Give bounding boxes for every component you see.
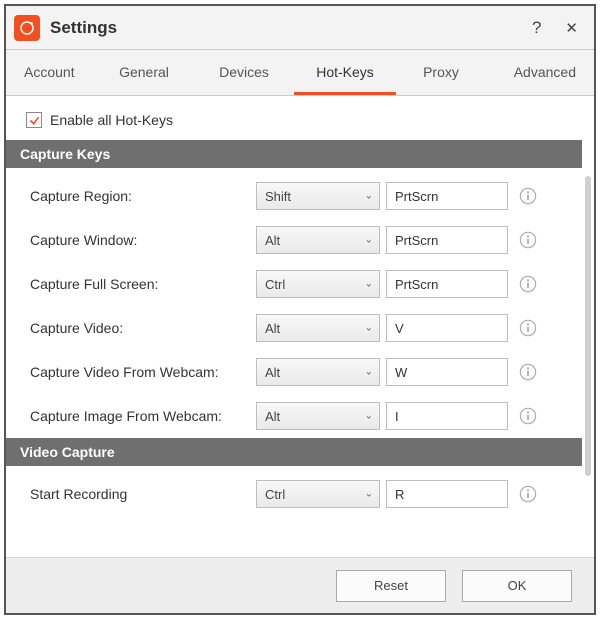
capture-modifier-select[interactable]: Alt ⌄: [256, 402, 380, 430]
capture-key-input[interactable]: W: [386, 358, 508, 386]
modifier-value: Alt: [265, 321, 280, 336]
ok-button[interactable]: OK: [462, 570, 572, 602]
capture-modifier-select[interactable]: Ctrl ⌄: [256, 270, 380, 298]
capture-row: Capture Image From Webcam: Alt ⌄ I: [18, 394, 582, 438]
capture-label: Capture Window:: [18, 232, 256, 248]
capture-key-input[interactable]: PrtScrn: [386, 182, 508, 210]
capture-key-input[interactable]: PrtScrn: [386, 226, 508, 254]
capture-label: Capture Full Screen:: [18, 276, 256, 292]
capture-label: Capture Video From Webcam:: [18, 364, 256, 380]
key-value: PrtScrn: [395, 189, 438, 204]
video-row: Start Recording Ctrl ⌄ R: [18, 472, 582, 516]
reset-button[interactable]: Reset: [336, 570, 446, 602]
settings-body: Enable all Hot-Keys Capture Keys Capture…: [6, 96, 594, 613]
capture-modifier-select[interactable]: Alt ⌄: [256, 314, 380, 342]
enable-all-hotkeys-checkbox[interactable]: [26, 112, 42, 128]
titlebar: Settings ? ✕: [6, 6, 594, 50]
capture-row: Capture Window: Alt ⌄ PrtScrn: [18, 218, 582, 262]
modifier-value: Ctrl: [265, 277, 285, 292]
section-header-video-capture: Video Capture: [6, 438, 582, 466]
info-icon[interactable]: [518, 186, 538, 206]
capture-label: Capture Video:: [18, 320, 256, 336]
chevron-down-icon: ⌄: [365, 323, 373, 334]
video-label: Start Recording: [18, 486, 256, 502]
help-icon[interactable]: ?: [526, 14, 547, 42]
info-icon[interactable]: [518, 362, 538, 382]
tab-general[interactable]: General: [94, 50, 194, 95]
chevron-down-icon: ⌄: [365, 489, 373, 500]
section-header-capture-keys: Capture Keys: [6, 140, 582, 168]
chevron-down-icon: ⌄: [365, 367, 373, 378]
info-icon[interactable]: [518, 274, 538, 294]
modifier-value: Shift: [265, 189, 291, 204]
tab-devices[interactable]: Devices: [194, 50, 294, 95]
key-value: I: [395, 409, 399, 424]
scrollbar-thumb[interactable]: [585, 176, 591, 476]
key-value: PrtScrn: [395, 233, 438, 248]
capture-row: Capture Region: Shift ⌄ PrtScrn: [18, 174, 582, 218]
key-value: R: [395, 487, 404, 502]
modifier-value: Alt: [265, 409, 280, 424]
capture-key-input[interactable]: V: [386, 314, 508, 342]
key-value: W: [395, 365, 407, 380]
info-icon[interactable]: [518, 406, 538, 426]
tab-hotkeys[interactable]: Hot-Keys: [294, 50, 396, 95]
modifier-value: Alt: [265, 365, 280, 380]
capture-key-input[interactable]: PrtScrn: [386, 270, 508, 298]
tab-advanced[interactable]: Advanced: [486, 50, 594, 95]
tabs-bar: Account General Devices Hot-Keys Proxy A…: [6, 50, 594, 96]
settings-window: Settings ? ✕ Account General Devices Hot…: [4, 4, 596, 615]
modifier-value: Alt: [265, 233, 280, 248]
capture-row: Capture Video: Alt ⌄ V: [18, 306, 582, 350]
settings-scroll: Enable all Hot-Keys Capture Keys Capture…: [6, 96, 594, 557]
info-icon[interactable]: [518, 230, 538, 250]
capture-label: Capture Image From Webcam:: [18, 408, 256, 424]
capture-row: Capture Full Screen: Ctrl ⌄ PrtScrn: [18, 262, 582, 306]
capture-modifier-select[interactable]: Alt ⌄: [256, 226, 380, 254]
capture-key-input[interactable]: I: [386, 402, 508, 430]
chevron-down-icon: ⌄: [365, 191, 373, 202]
capture-modifier-select[interactable]: Alt ⌄: [256, 358, 380, 386]
app-logo-icon: [14, 15, 40, 41]
enable-all-hotkeys-label: Enable all Hot-Keys: [50, 112, 173, 128]
capture-modifier-select[interactable]: Shift ⌄: [256, 182, 380, 210]
key-value: V: [395, 321, 404, 336]
info-icon[interactable]: [518, 484, 538, 504]
capture-label: Capture Region:: [18, 188, 256, 204]
video-key-input[interactable]: R: [386, 480, 508, 508]
chevron-down-icon: ⌄: [365, 279, 373, 290]
chevron-down-icon: ⌄: [365, 235, 373, 246]
key-value: PrtScrn: [395, 277, 438, 292]
modifier-value: Ctrl: [265, 487, 285, 502]
tab-proxy[interactable]: Proxy: [396, 50, 486, 95]
window-title: Settings: [50, 18, 117, 38]
video-modifier-select[interactable]: Ctrl ⌄: [256, 480, 380, 508]
close-icon[interactable]: ✕: [559, 15, 584, 41]
info-icon[interactable]: [518, 318, 538, 338]
chevron-down-icon: ⌄: [365, 411, 373, 422]
dialog-footer: Reset OK: [6, 557, 594, 613]
capture-row: Capture Video From Webcam: Alt ⌄ W: [18, 350, 582, 394]
tab-account[interactable]: Account: [6, 50, 94, 95]
